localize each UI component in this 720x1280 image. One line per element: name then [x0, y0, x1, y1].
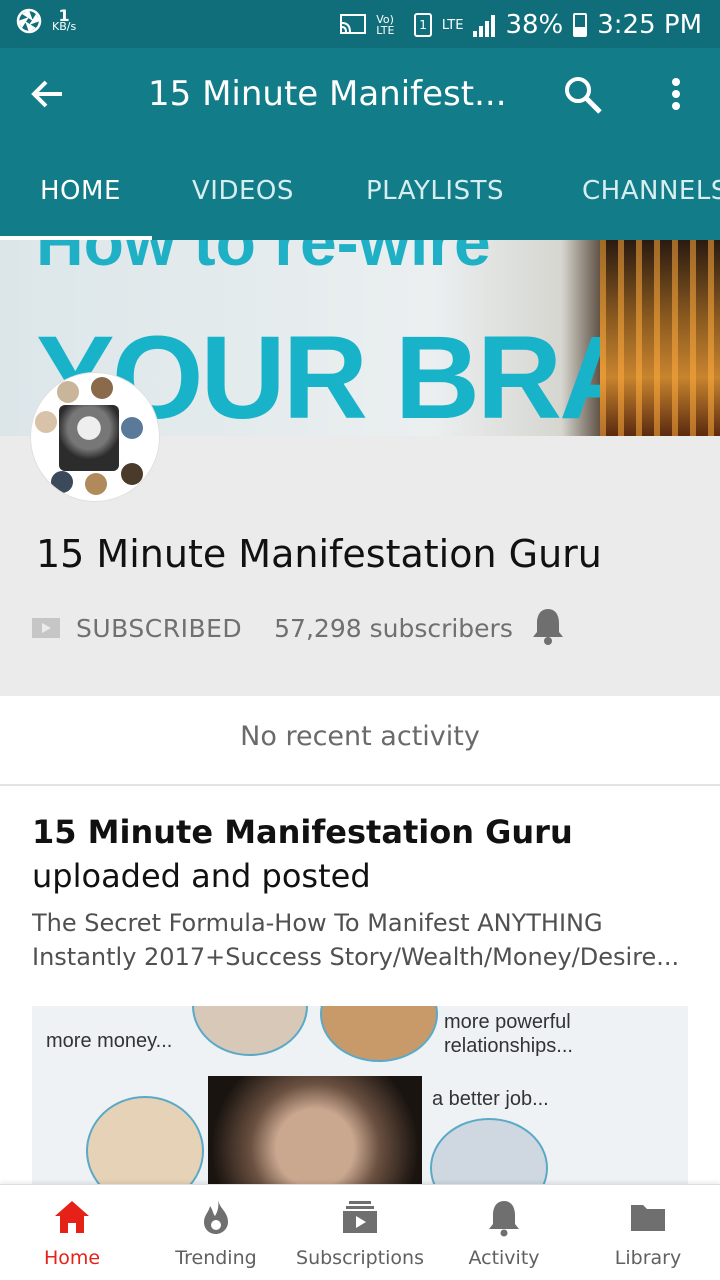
more-vert-icon[interactable] [664, 72, 688, 116]
post-author[interactable]: 15 Minute Manifestation Guru [32, 813, 573, 851]
signal-icon [473, 13, 496, 37]
thumb-text-relationships: more powerful relationships... [444, 1010, 573, 1058]
avatar-portrait [59, 405, 119, 471]
banner-city-image [600, 240, 720, 436]
nav-library[interactable]: Library [576, 1197, 720, 1269]
thumb-text-money: more money... [46, 1030, 173, 1052]
lte-indicator: LTE [441, 17, 464, 33]
sim-indicator: 1 [414, 13, 432, 37]
subscribe-row: SUBSCRIBED 57,298 subscribers [32, 608, 513, 648]
battery-icon [573, 13, 588, 37]
subscriber-count: 57,298 subscribers [274, 613, 513, 643]
search-icon[interactable] [562, 74, 604, 116]
post-description[interactable]: The Secret Formula-How To Manifest ANYTH… [32, 906, 692, 974]
bell-icon [489, 1201, 519, 1237]
tab-playlists[interactable]: PLAYLISTS [366, 176, 504, 206]
subscriptions-icon [343, 1201, 377, 1233]
nav-activity[interactable]: Activity [432, 1197, 576, 1269]
cast-icon [340, 14, 367, 34]
bottom-navigation: Home Trending Subscriptions Activity Lib… [0, 1184, 720, 1280]
page-title: 15 Minute Manifest... [148, 74, 507, 114]
thumb-text-relationships-line1: more powerful [444, 1011, 571, 1033]
channel-avatar[interactable] [30, 372, 160, 502]
nav-trending[interactable]: Trending [144, 1197, 288, 1269]
tab-channels[interactable]: CHANNELS [582, 176, 720, 206]
youtube-play-icon [32, 618, 60, 638]
banner-text-top: How to re-wire [36, 240, 491, 279]
nav-home[interactable]: Home [0, 1197, 144, 1269]
nav-subscriptions-label: Subscriptions [296, 1247, 424, 1269]
nav-activity-label: Activity [468, 1247, 540, 1269]
thumb-people-circle [86, 1096, 204, 1184]
flame-icon [204, 1200, 228, 1234]
app-bar: 15 Minute Manifest... [0, 48, 720, 144]
nav-trending-label: Trending [175, 1247, 257, 1269]
thumb-text-job: a better job... [432, 1088, 549, 1110]
status-bar: 1 KB/s Vo) LTE 1 LTE 38% 3:25 PM [0, 0, 720, 48]
nav-subscriptions[interactable]: Subscriptions [288, 1197, 432, 1269]
no-activity-message: No recent activity [0, 696, 720, 786]
back-arrow-icon[interactable] [28, 74, 68, 114]
volte-indicator: Vo) LTE [376, 13, 395, 37]
channel-name: 15 Minute Manifestation Guru [36, 532, 602, 576]
notification-bell-icon[interactable] [530, 606, 566, 646]
tab-home[interactable]: HOME [40, 176, 121, 206]
subscribed-button[interactable]: SUBSCRIBED [76, 614, 242, 643]
nav-home-label: Home [43, 1247, 101, 1269]
thumb-money-circle [192, 1006, 308, 1056]
video-thumbnail[interactable]: more money... more powerful relationship… [32, 1006, 688, 1184]
channel-tabs: HOME VIDEOS PLAYLISTS CHANNELS [0, 144, 720, 240]
tab-videos[interactable]: VIDEOS [192, 176, 294, 206]
post-description-line1: The Secret Formula-How To Manifest ANYTH… [32, 909, 603, 937]
thumb-portrait [208, 1076, 422, 1184]
clock: 3:25 PM [597, 10, 702, 40]
thumb-text-relationships-line2: relationships... [444, 1035, 573, 1057]
home-icon [55, 1201, 89, 1233]
post-description-line2: Instantly 2017+Success Story/Wealth/Mone… [32, 943, 680, 971]
thumb-handshake-circle [320, 1006, 438, 1062]
folder-icon [631, 1205, 665, 1231]
aperture-icon [16, 8, 42, 34]
nav-library-label: Library [614, 1247, 682, 1269]
thumb-job-circle [430, 1118, 548, 1184]
network-speed: 1 KB/s [52, 8, 77, 33]
battery-percent: 38% [505, 10, 564, 40]
post-header: 15 Minute Manifestation Guru uploaded an… [32, 810, 682, 898]
post-action: uploaded and posted [32, 857, 371, 895]
network-speed-unit: KB/s [52, 20, 77, 33]
